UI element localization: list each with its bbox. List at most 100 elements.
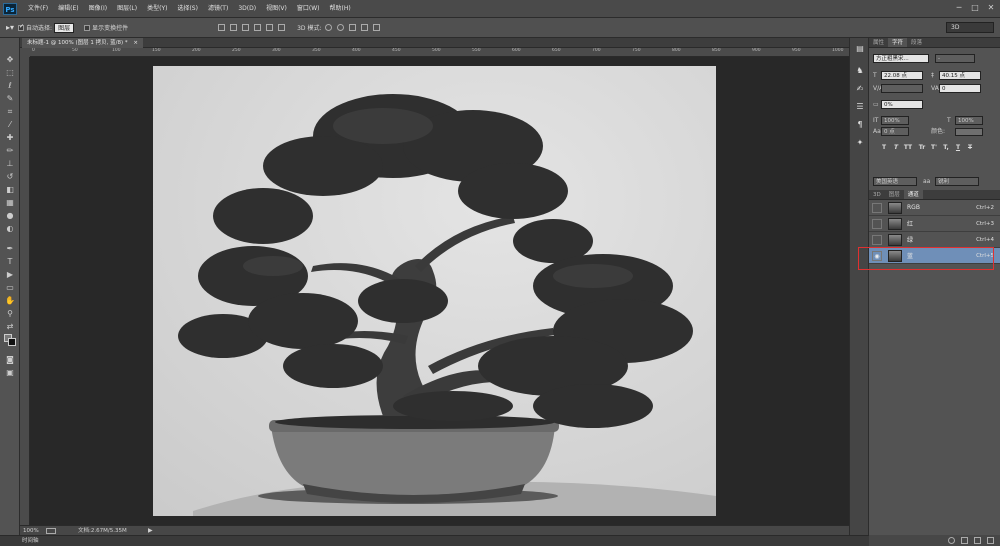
font-size-field[interactable]: 22.08 点 xyxy=(881,71,923,80)
3d-rotate-icon[interactable] xyxy=(325,24,333,31)
leading-field[interactable]: 40.15 点 xyxy=(939,71,981,80)
type-tool-icon[interactable]: T xyxy=(4,256,16,267)
align-vcenter-icon[interactable] xyxy=(230,24,238,31)
document-tab[interactable]: 未标题-1 @ 100% (图层 1 拷贝, 蓝/8) * × xyxy=(22,38,143,48)
screen-mode-icon[interactable]: ▣ xyxy=(4,367,16,378)
3d-scale-icon[interactable] xyxy=(373,24,381,31)
gradient-tool-icon[interactable]: ▦ xyxy=(4,197,16,208)
font-family-select[interactable]: 方正粗黑宋... xyxy=(873,54,929,63)
tab-properties[interactable]: 属性 xyxy=(869,38,888,47)
all-caps-button[interactable]: TT xyxy=(903,144,913,151)
antialias-select[interactable]: 锐利 xyxy=(935,177,979,186)
quick-select-tool-icon[interactable]: ✎ xyxy=(4,93,16,104)
3d-roll-icon[interactable] xyxy=(337,24,345,31)
horizontal-ruler[interactable]: 0 50 100 150 200 250 300 350 400 450 500 550 600 650 7… xyxy=(30,48,849,57)
lasso-tool-icon[interactable]: ℓ xyxy=(4,80,16,91)
path-select-tool-icon[interactable]: ▶ xyxy=(4,269,16,280)
marquee-tool-icon[interactable]: ⬚ xyxy=(4,67,16,78)
share-icon[interactable] xyxy=(46,528,56,534)
eyedropper-tool-icon[interactable]: ⁄ xyxy=(4,119,16,130)
underline-button[interactable]: T xyxy=(953,144,963,151)
subscript-button[interactable]: T, xyxy=(941,144,951,151)
align-right-icon[interactable] xyxy=(278,24,286,31)
align-left-icon[interactable] xyxy=(254,24,262,31)
vertical-ruler[interactable] xyxy=(20,57,30,525)
faux-bold-button[interactable]: T xyxy=(879,144,889,151)
vertical-scale-field[interactable]: 100% xyxy=(881,116,909,125)
swap-colors-icon[interactable]: ⇄ xyxy=(4,321,16,332)
visibility-toggle-icon[interactable] xyxy=(872,202,882,213)
channel-row-rgb[interactable]: RGB Ctrl+2 xyxy=(869,200,1000,216)
auto-select-dropdown[interactable]: 图层 xyxy=(54,22,75,33)
superscript-button[interactable]: T' xyxy=(929,144,939,151)
zoom-tool-icon[interactable]: ⚲ xyxy=(4,308,16,319)
quick-mask-icon[interactable]: ◙ xyxy=(4,354,16,365)
menu-file[interactable]: 文件(F) xyxy=(23,0,53,18)
menu-3d[interactable]: 3D(D) xyxy=(233,0,261,18)
text-color-swatch[interactable] xyxy=(955,128,983,136)
brush-panel-icon[interactable]: ✍ xyxy=(855,84,865,94)
paragraph-styles-icon[interactable]: ¶ xyxy=(855,120,865,130)
menu-window[interactable]: 窗口(W) xyxy=(292,0,325,18)
faux-italic-button[interactable]: T xyxy=(891,144,901,151)
auto-select-checkbox[interactable] xyxy=(18,23,24,31)
document-canvas[interactable] xyxy=(153,66,716,516)
tracking-field[interactable]: 0 xyxy=(939,84,981,93)
visibility-toggle-icon[interactable] xyxy=(872,218,882,229)
align-top-icon[interactable] xyxy=(218,24,226,31)
document-tab-close-icon[interactable]: × xyxy=(133,40,138,46)
canvas-area[interactable] xyxy=(30,57,849,525)
hand-tool-icon[interactable]: ✋ xyxy=(4,295,16,306)
dodge-tool-icon[interactable]: ◐ xyxy=(4,223,16,234)
close-window-button[interactable]: ✕ xyxy=(986,3,996,13)
blur-tool-icon[interactable]: ● xyxy=(4,210,16,221)
tab-3d[interactable]: 3D xyxy=(869,190,885,199)
pen-tool-icon[interactable]: ✒ xyxy=(4,243,16,254)
font-style-select[interactable]: - xyxy=(935,54,975,63)
new-channel-icon[interactable] xyxy=(974,537,981,544)
move-tool-icon[interactable]: ✥ xyxy=(4,54,16,65)
show-transform-checkbox[interactable] xyxy=(84,24,91,31)
timeline-tab[interactable]: 时间轴 xyxy=(0,535,1000,546)
strikethrough-button[interactable]: T xyxy=(965,144,975,151)
menu-layer[interactable]: 图层(L) xyxy=(112,0,142,18)
menu-select[interactable]: 选择(S) xyxy=(172,0,203,18)
kerning-field[interactable] xyxy=(881,84,923,93)
menu-edit[interactable]: 编辑(E) xyxy=(53,0,83,18)
3d-pan-icon[interactable] xyxy=(349,24,357,31)
menu-image[interactable]: 图像(I) xyxy=(84,0,112,18)
healing-brush-tool-icon[interactable]: ✚ xyxy=(4,132,16,143)
visibility-toggle-icon[interactable] xyxy=(872,234,882,245)
shape-tool-icon[interactable]: ▭ xyxy=(4,282,16,293)
move-tool-preset-icon[interactable]: ▸▾ xyxy=(6,23,14,32)
maximize-button[interactable]: □ xyxy=(970,3,980,13)
crop-tool-icon[interactable]: ⌗ xyxy=(4,106,16,117)
menu-type[interactable]: 类型(Y) xyxy=(142,0,172,18)
3d-slide-icon[interactable] xyxy=(361,24,369,31)
menu-help[interactable]: 帮助(H) xyxy=(325,0,356,18)
brush-tool-icon[interactable]: ✏ xyxy=(4,145,16,156)
align-hcenter-icon[interactable] xyxy=(266,24,274,31)
small-caps-button[interactable]: Tr xyxy=(917,144,927,151)
tab-character[interactable]: 字符 xyxy=(888,38,908,47)
menu-view[interactable]: 视图(V) xyxy=(261,0,292,18)
history-brush-tool-icon[interactable]: ↺ xyxy=(4,171,16,182)
history-panel-icon[interactable]: ▤ xyxy=(855,44,865,54)
color-swatches-icon[interactable] xyxy=(4,334,16,346)
eraser-tool-icon[interactable]: ◧ xyxy=(4,184,16,195)
channel-row-red[interactable]: 红 Ctrl+3 xyxy=(869,216,1000,232)
align-bottom-icon[interactable] xyxy=(242,24,250,31)
menu-filter[interactable]: 滤镜(T) xyxy=(203,0,233,18)
channel-row-green[interactable]: 绿 Ctrl+4 xyxy=(869,232,1000,248)
clone-stamp-tool-icon[interactable]: ⊥ xyxy=(4,158,16,169)
character-scale-field[interactable]: 0% xyxy=(881,100,923,109)
tab-layers[interactable]: 图层 xyxy=(885,190,904,199)
language-select[interactable]: 美国英语 xyxy=(873,177,917,186)
adjustments-panel-icon[interactable]: ☰ xyxy=(855,102,865,112)
tab-channels[interactable]: 通道 xyxy=(903,190,923,199)
minimize-button[interactable]: ─ xyxy=(954,3,964,13)
baseline-shift-field[interactable]: 0 点 xyxy=(881,127,909,136)
delete-channel-icon[interactable] xyxy=(987,537,994,544)
tool-presets-icon[interactable]: ✦ xyxy=(855,138,865,148)
tab-paragraph[interactable]: 段落 xyxy=(907,38,926,47)
